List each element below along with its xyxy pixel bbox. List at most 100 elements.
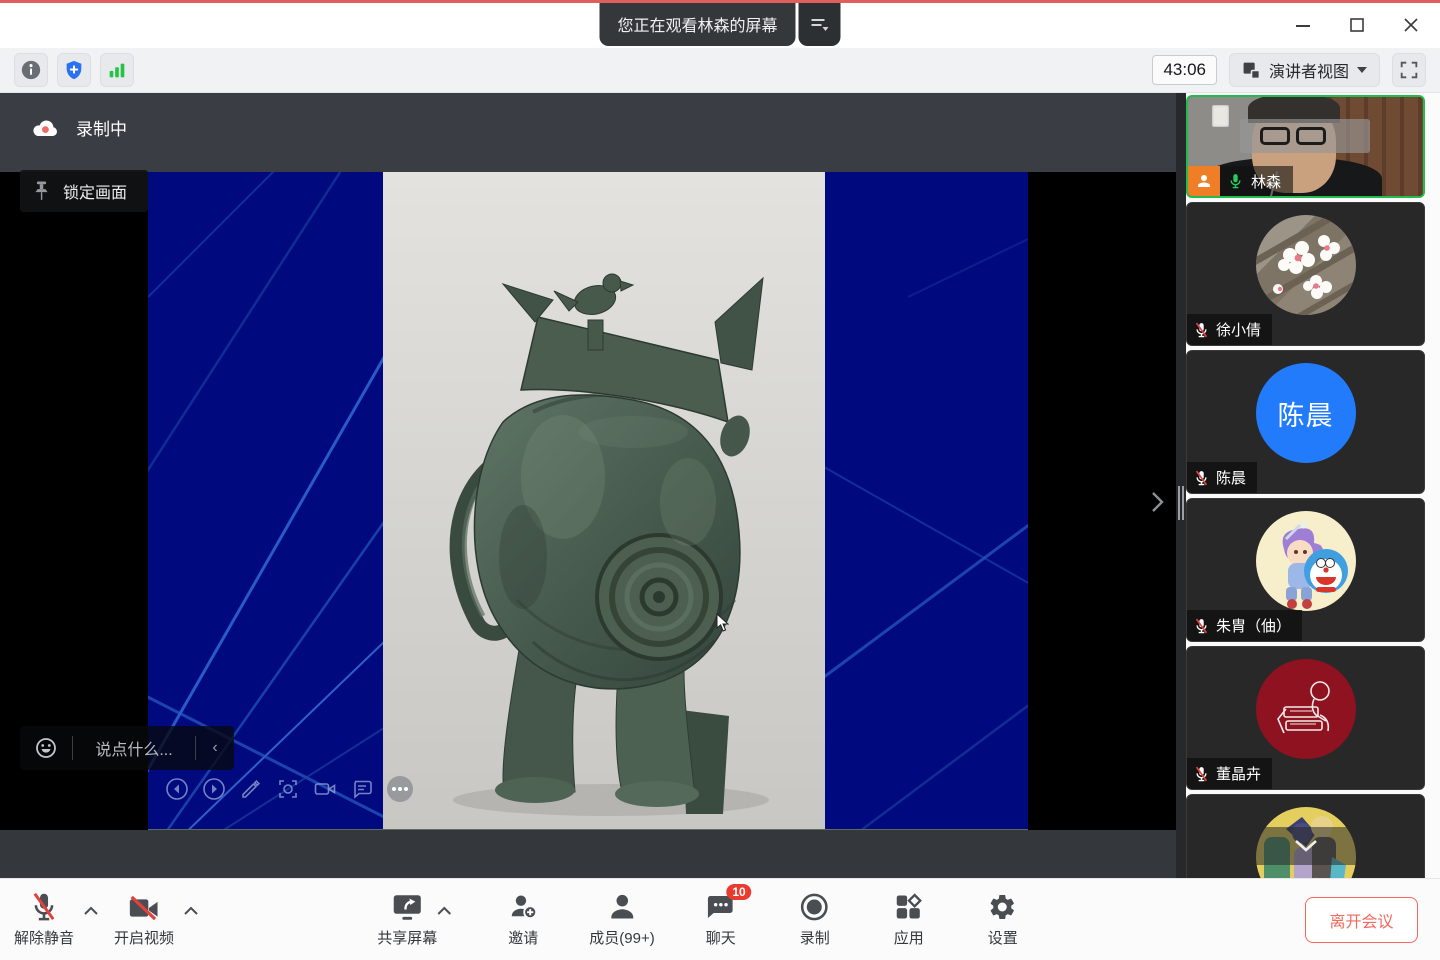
view-mode-label: 演讲者视图 xyxy=(1269,58,1349,82)
mic-muted-icon xyxy=(1194,617,1209,635)
close-button[interactable] xyxy=(1396,12,1426,38)
fullscreen-button[interactable] xyxy=(1392,53,1426,87)
mic-on-icon xyxy=(1228,172,1243,190)
meeting-timer: 43:06 xyxy=(1152,55,1217,85)
more-tools-button[interactable] xyxy=(387,776,413,802)
participant-name-tag: 林森 xyxy=(1188,166,1293,196)
camera-icon[interactable] xyxy=(313,777,337,801)
cloud-recording-icon xyxy=(32,118,58,138)
avatar xyxy=(1256,659,1356,759)
control-bar: 解除静音 开启视频 xyxy=(0,878,1440,960)
participant-tile[interactable]: 徐小倩 xyxy=(1186,202,1425,346)
expand-stage-button[interactable] xyxy=(1146,489,1168,520)
comment-icon[interactable] xyxy=(350,777,374,801)
share-screen-button[interactable]: 共享屏幕 xyxy=(377,892,437,948)
participant-name: 陈晨 xyxy=(1216,467,1246,488)
view-mode-selector[interactable]: 演讲者视图 xyxy=(1229,53,1380,87)
emoji-button[interactable] xyxy=(20,736,72,760)
mic-muted-icon xyxy=(30,892,58,922)
meeting-toolbar: 43:06 演讲者视图 xyxy=(0,48,1440,93)
share-screen-label: 共享屏幕 xyxy=(377,927,437,948)
chevron-right-icon xyxy=(1146,489,1168,515)
avatar xyxy=(1256,511,1356,611)
banner-menu-icon xyxy=(810,15,830,35)
leave-meeting-button[interactable]: 离开会议 xyxy=(1305,897,1418,943)
participant-tile[interactable]: 陈晨 陈晨 xyxy=(1186,350,1425,494)
maximize-button[interactable] xyxy=(1342,12,1372,38)
share-banner-menu-button[interactable] xyxy=(799,3,841,46)
share-options-chevron[interactable] xyxy=(435,904,453,918)
start-video-button[interactable]: 开启视频 xyxy=(114,892,174,948)
unmute-label: 解除静音 xyxy=(14,927,74,948)
quick-chat-bar: 说点什么... ‹ xyxy=(20,726,234,770)
apps-icon xyxy=(894,892,924,922)
mic-muted-icon xyxy=(1194,321,1209,339)
chat-label: 聊天 xyxy=(706,927,736,948)
invite-label: 邀请 xyxy=(508,927,538,948)
invite-button[interactable]: 邀请 xyxy=(495,892,551,948)
video-options-chevron[interactable] xyxy=(182,904,200,918)
participant-tile[interactable]: 董晶卉 xyxy=(1186,646,1425,790)
maximize-icon xyxy=(1349,17,1365,33)
chat-input[interactable]: 说点什么... xyxy=(73,736,195,760)
presenter-badge-icon xyxy=(1188,166,1220,196)
meeting-info-button[interactable] xyxy=(14,53,48,87)
unmute-button[interactable]: 解除静音 xyxy=(14,892,74,948)
shared-slide xyxy=(148,172,1028,830)
settings-label: 设置 xyxy=(988,927,1018,948)
apps-button[interactable]: 应用 xyxy=(881,892,937,948)
fullscreen-icon xyxy=(1398,59,1420,81)
lock-screen-label: 锁定画面 xyxy=(63,179,127,203)
avatar: 陈晨 xyxy=(1256,363,1356,463)
collapse-chat-button[interactable]: ‹ xyxy=(196,739,234,757)
info-icon xyxy=(20,59,42,81)
network-status-button[interactable] xyxy=(100,53,134,87)
close-icon xyxy=(1403,17,1419,33)
apps-label: 应用 xyxy=(894,927,924,948)
participant-tile-partial[interactable] xyxy=(1186,794,1425,878)
avatar xyxy=(1256,215,1356,315)
record-label: 录制 xyxy=(800,927,830,948)
members-icon xyxy=(607,892,637,922)
participant-name-tag: 徐小倩 xyxy=(1187,314,1272,345)
panel-resize-handle[interactable] xyxy=(1176,93,1186,878)
mic-muted-icon xyxy=(1194,765,1209,783)
mic-options-chevron[interactable] xyxy=(82,904,100,918)
participant-tile[interactable]: 朱胄（伷） xyxy=(1186,498,1425,642)
mic-muted-icon xyxy=(1194,469,1209,487)
laser-pointer-icon[interactable] xyxy=(276,777,300,801)
share-screen-icon xyxy=(391,892,423,922)
prev-slide-icon[interactable] xyxy=(165,777,189,801)
main-area: 录制中 锁定画面 xyxy=(0,93,1440,878)
scroll-participants-button[interactable] xyxy=(1216,827,1396,865)
participant-name: 林森 xyxy=(1251,171,1281,192)
chat-button[interactable]: 10 聊天 xyxy=(693,892,749,948)
presenter-cursor xyxy=(716,613,729,637)
lock-screen-button[interactable]: 锁定画面 xyxy=(20,170,148,212)
pin-icon xyxy=(32,180,51,202)
members-button[interactable]: 成员(99+) xyxy=(589,892,654,948)
settings-gear-icon xyxy=(988,892,1018,922)
next-slide-icon[interactable] xyxy=(202,777,226,801)
shared-screen-stage: 录制中 锁定画面 xyxy=(0,93,1176,878)
participant-tile-active-speaker[interactable]: 林森 xyxy=(1186,95,1425,198)
participants-rail: 林森 xyxy=(1186,93,1440,878)
caret-down-icon xyxy=(1357,67,1367,73)
settings-button[interactable]: 设置 xyxy=(975,892,1031,948)
record-button[interactable]: 录制 xyxy=(787,892,843,948)
record-icon xyxy=(800,892,830,922)
participant-name: 董晶卉 xyxy=(1216,763,1261,784)
participant-name-tag: 朱胄（伷） xyxy=(1187,610,1302,641)
annotation-toolbar xyxy=(165,776,413,802)
recording-label: 录制中 xyxy=(76,115,127,140)
camera-off-icon xyxy=(128,894,160,922)
meeting-window: 您正在观看林森的屏幕 xyxy=(0,0,1440,960)
members-label: 成员(99+) xyxy=(589,927,654,948)
network-signal-icon xyxy=(106,59,128,81)
pencil-icon[interactable] xyxy=(239,777,263,801)
participant-name-tag: 董晶卉 xyxy=(1187,758,1272,789)
emoji-icon xyxy=(34,736,58,760)
minimize-button[interactable] xyxy=(1288,12,1318,38)
security-button[interactable] xyxy=(57,53,91,87)
minimize-icon xyxy=(1295,17,1311,33)
